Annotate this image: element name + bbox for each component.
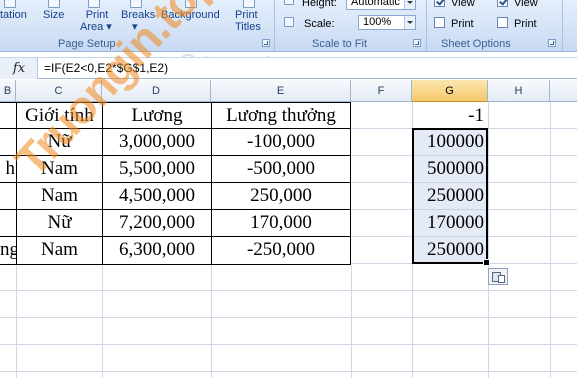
column-header-i[interactable] [550,80,577,102]
cell-e6[interactable]: -250,000 [212,237,350,263]
header-luong[interactable]: Lương [103,103,211,129]
cell-b4[interactable] [0,183,16,209]
cell-e5[interactable]: 170,000 [212,210,350,236]
column-header-f[interactable]: F [351,80,412,102]
gridline [0,317,577,318]
gridline [16,265,17,378]
cell-b6[interactable]: ng [0,237,16,263]
cell-g3[interactable]: 500000 [412,156,488,182]
scale-icon [284,17,294,27]
column-header-h[interactable]: H [488,80,550,102]
height-value: Automatic [351,0,400,8]
group-separator [562,0,563,52]
cell-d4[interactable]: 4,500,000 [103,183,211,209]
height-dropdown[interactable]: Automatic [346,0,416,10]
headings-print-label: Print [514,18,537,30]
cell-c5[interactable]: Nữ [17,210,102,236]
sheet-options-group-label: Sheet Options [441,38,511,50]
formula-bar-left: fx [0,58,38,79]
print-titles-button[interactable]: Print [235,9,258,21]
insert-function-icon[interactable]: fx [5,60,33,77]
paste-sheet-icon [498,275,505,283]
height-icon [284,0,294,5]
scale-label: Scale: [304,18,335,30]
gridline [0,371,577,372]
group-separator [426,0,427,52]
cell-g2[interactable]: 100000 [412,129,488,155]
gridline [102,265,103,378]
height-dropdown-arrow-icon[interactable] [404,0,415,9]
gridlines-view-label: View [451,0,475,9]
print-titles-label-2: Titles [235,21,261,33]
scale-to-fit-group-label: Scale to Fit [312,38,368,50]
column-header-b[interactable]: B [0,80,16,102]
print-area-dropdown-icon: ▾ [106,21,112,33]
headings-print-checkbox[interactable] [497,17,508,28]
scale-value: 100% [363,16,392,28]
table-border [350,102,351,265]
cell-g6[interactable]: 250000 [412,237,488,263]
gridlines-view-checkbox[interactable] [434,0,445,7]
gridline [211,265,212,378]
print-titles-icon [243,0,255,8]
gridlines-print-label: Print [451,18,474,30]
cell-d2[interactable]: 3,000,000 [103,129,211,155]
gridline [550,102,551,378]
scale-spinner-arrow-icon[interactable] [404,16,415,29]
ribbon: tation Size Print Area ▾ Breaks ▾ Backgr… [0,0,577,52]
auto-fill-options-button[interactable] [488,268,508,285]
cell-d5[interactable]: 7,200,000 [103,210,211,236]
height-label: Height: [302,0,337,9]
column-header-e[interactable]: E [211,80,351,102]
cell-e4[interactable]: 250,000 [212,183,350,209]
cell-b3[interactable]: h [0,156,16,182]
sheet-options-launcher-icon[interactable] [548,39,556,47]
cell-c4[interactable]: Nam [17,183,102,209]
cell-b5[interactable] [0,210,16,236]
group-separator [274,0,275,52]
headings-view-label: View [514,0,538,9]
print-area-icon [88,0,100,8]
scale-to-fit-launcher-icon[interactable] [413,39,421,47]
cell-g4[interactable]: 250000 [412,183,488,209]
size-button[interactable]: Size [43,9,64,21]
table-border [0,264,351,265]
size-icon [48,0,60,8]
gridline [0,290,577,291]
print-titles-label-1: Print [235,9,258,21]
page-setup-launcher-icon[interactable] [262,39,270,47]
cell-d6[interactable]: 6,300,000 [103,237,211,263]
orientation-icon [4,0,16,8]
fill-handle[interactable] [483,259,490,266]
gridline [488,102,489,378]
headings-view-checkbox[interactable] [497,0,508,7]
print-area-label-1: Print [85,9,109,21]
cell-e2[interactable]: -100,000 [212,129,350,155]
scale-spinner[interactable]: 100% [358,15,416,30]
cell-d3[interactable]: 5,500,000 [103,156,211,182]
gridline [351,265,352,378]
cell-e3[interactable]: -500,000 [212,156,350,182]
orientation-button[interactable]: tation [0,9,27,21]
print-area-label-2: Area ▾ [80,21,112,33]
gridline [0,344,577,345]
header-luong-thuong[interactable]: Lương thưởng [212,103,350,129]
column-header-g[interactable]: G [412,80,488,102]
cell-g5[interactable]: 170000 [412,210,488,236]
cell-c6[interactable]: Nam [17,237,102,263]
print-area-button[interactable]: Print [80,9,114,21]
cell-g1[interactable]: -1 [412,103,488,129]
gridlines-print-checkbox[interactable] [434,17,445,28]
